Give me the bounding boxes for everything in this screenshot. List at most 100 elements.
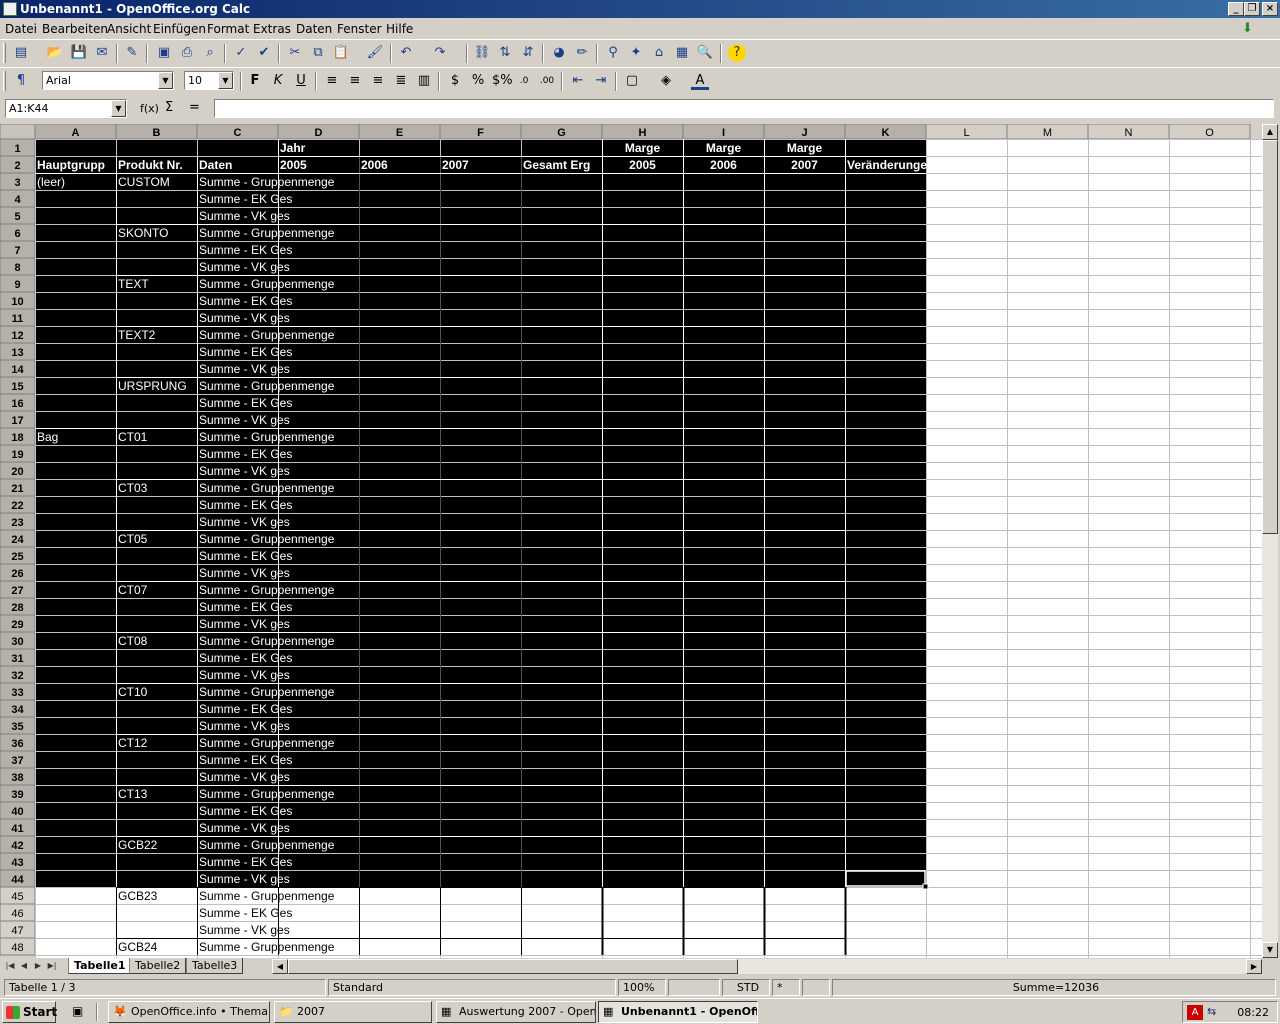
standard-format-icon[interactable]: $% (492, 72, 513, 90)
close-button[interactable]: × (1262, 2, 1278, 16)
data-label-cell[interactable]: Summe - VK ges (199, 311, 290, 325)
data-label-cell[interactable]: Summe - Gruppenmenge (199, 226, 335, 240)
minimize-button[interactable]: _ (1228, 2, 1244, 16)
add-decimal-icon[interactable]: .0 (515, 72, 533, 90)
data-label-cell[interactable]: Summe - EK Ges (199, 753, 292, 767)
data-label-cell[interactable]: Summe - Gruppenmenge (199, 481, 335, 495)
status-zoom[interactable]: 100% (618, 979, 666, 996)
chart-icon[interactable]: ◕ (550, 44, 568, 62)
data-label-cell[interactable]: Summe - EK Ges (199, 243, 292, 257)
header-cell-J1[interactable]: Marge (787, 141, 823, 155)
datasources-icon[interactable]: ▦ (673, 44, 691, 62)
status-selection-mode[interactable]: STD (722, 979, 770, 996)
function-equals-icon[interactable]: = (189, 100, 200, 115)
sheet-tab-tabelle1[interactable]: Tabelle1 (68, 958, 132, 974)
fill-handle[interactable] (922, 883, 929, 890)
data-label-cell[interactable]: Summe - EK Ges (199, 447, 292, 461)
data-label-cell[interactable]: Summe - VK ges (199, 923, 290, 937)
data-label-cell[interactable]: Summe - Gruppenmenge (199, 532, 335, 546)
data-label-cell[interactable]: Summe - EK Ges (199, 906, 292, 920)
scroll-left-icon[interactable]: ◀ (272, 959, 288, 974)
navigator-icon[interactable]: ✦ (627, 44, 645, 62)
next-sheet-icon[interactable]: ▶ (32, 959, 44, 973)
data-label-cell[interactable]: Summe - VK ges (199, 719, 290, 733)
product-cell[interactable]: TEXT (118, 277, 149, 291)
data-label-cell[interactable]: Summe - EK Ges (199, 345, 292, 359)
menu-daten[interactable]: Daten (296, 22, 332, 36)
styles-formatting-icon[interactable]: ¶ (12, 72, 30, 90)
data-label-cell[interactable]: Summe - VK ges (199, 770, 290, 784)
status-sum[interactable]: Summe=12036 (832, 979, 1276, 996)
task-folder-2007[interactable]: 📁 2007 (274, 1001, 432, 1023)
product-cell[interactable]: CT12 (118, 736, 148, 750)
header-cell-E2[interactable]: 2006 (361, 158, 388, 172)
sort-ascending-icon[interactable]: ⇅ (496, 44, 514, 62)
data-label-cell[interactable]: Summe - Gruppenmenge (199, 940, 335, 954)
network-icon[interactable]: ⇆ (1207, 1005, 1223, 1020)
name-box[interactable]: A1:K44 ▼ (5, 99, 127, 118)
update-download-icon[interactable]: ⬇ (1242, 21, 1258, 37)
align-right-icon[interactable]: ≡ (369, 72, 387, 90)
status-page-style[interactable]: Standard (328, 979, 616, 996)
header-cell-F2[interactable]: 2007 (442, 158, 469, 172)
data-label-cell[interactable]: Summe - EK Ges (199, 498, 292, 512)
product-cell[interactable]: CT03 (118, 481, 148, 495)
font-size-combo[interactable]: 10 ▼ (184, 71, 234, 90)
show-desktop-icon[interactable]: ▣ (72, 1004, 88, 1020)
data-label-cell[interactable]: Summe - EK Ges (199, 855, 292, 869)
horizontal-scrollbar[interactable]: ◀ ▶ (272, 959, 1262, 974)
percent-format-icon[interactable]: % (469, 72, 487, 90)
data-label-cell[interactable]: Summe - VK ges (199, 515, 290, 529)
horizontal-scroll-thumb[interactable] (288, 959, 738, 974)
group-cell[interactable]: Bag (37, 430, 58, 444)
task-unbenannt1[interactable]: ▦ Unbenannt1 - OpenOff... (598, 1001, 758, 1023)
data-label-cell[interactable]: Summe - Gruppenmenge (199, 328, 335, 342)
bold-icon[interactable]: F (246, 72, 264, 90)
data-label-cell[interactable]: Summe - Gruppenmenge (199, 838, 335, 852)
data-label-cell[interactable]: Summe - EK Ges (199, 294, 292, 308)
header-cell-I2[interactable]: 2006 (710, 158, 737, 172)
menu-format[interactable]: Format (207, 22, 249, 36)
data-label-cell[interactable]: Summe - EK Ges (199, 396, 292, 410)
prev-sheet-icon[interactable]: ◀ (18, 959, 30, 973)
cut-icon[interactable]: ✂ (286, 44, 304, 62)
product-cell[interactable]: CT10 (118, 685, 148, 699)
data-label-cell[interactable]: Summe - Gruppenmenge (199, 634, 335, 648)
task-auswertung[interactable]: ▦ Auswertung 2007 - Open... (436, 1001, 596, 1023)
align-left-icon[interactable]: ≡ (323, 72, 341, 90)
product-cell[interactable]: CUSTOM (118, 175, 170, 189)
data-label-cell[interactable]: Summe - EK Ges (199, 702, 292, 716)
scroll-right-icon[interactable]: ▶ (1246, 959, 1262, 974)
chevron-down-icon[interactable]: ▼ (158, 72, 173, 89)
last-sheet-icon[interactable]: ▶| (46, 959, 58, 973)
product-cell[interactable]: GCB24 (118, 940, 158, 954)
antivirus-icon[interactable]: A (1187, 1005, 1203, 1020)
product-cell[interactable]: GCB22 (118, 838, 158, 852)
sheet-tab-tabelle2[interactable]: Tabelle2 (129, 958, 187, 974)
menu-fenster[interactable]: Fenster (337, 22, 382, 36)
copy-icon[interactable]: ⧉ (309, 44, 327, 62)
data-label-cell[interactable]: Summe - Gruppenmenge (199, 787, 335, 801)
grid-canvas[interactable]: A B C D E F G H I J K L M N O1234567891011121314151617… (0, 124, 1262, 958)
page-preview-icon[interactable]: ⌕ (201, 44, 219, 62)
toolbar-grip[interactable] (3, 43, 6, 63)
open-icon[interactable]: 📂 (46, 44, 64, 62)
increase-indent-icon[interactable]: ⇥ (592, 72, 610, 90)
justify-icon[interactable]: ≣ (392, 72, 410, 90)
header-cell-K2[interactable]: Veränderungen (847, 158, 934, 172)
product-cell[interactable]: TEXT2 (118, 328, 156, 342)
menu-ansicht[interactable]: Ansicht (107, 22, 151, 36)
menu-bearbeiten[interactable]: Bearbeiten (42, 22, 108, 36)
menu-hilfe[interactable]: Hilfe (386, 22, 413, 36)
sum-icon[interactable]: Σ (165, 100, 173, 115)
font-color-icon[interactable]: A (691, 72, 709, 90)
data-label-cell[interactable]: Summe - VK ges (199, 872, 290, 886)
paste-icon[interactable]: 📋 (332, 44, 350, 62)
data-label-cell[interactable]: Summe - EK Ges (199, 651, 292, 665)
delete-decimal-icon[interactable]: .00 (538, 72, 556, 90)
maximize-button[interactable]: ❐ (1244, 2, 1260, 16)
merge-cells-icon[interactable]: ▥ (415, 72, 433, 90)
menu-datei[interactable]: Datei (5, 22, 37, 36)
print-icon[interactable]: ⎙ (178, 44, 196, 62)
zoom-icon[interactable]: 🔍 (696, 44, 714, 62)
